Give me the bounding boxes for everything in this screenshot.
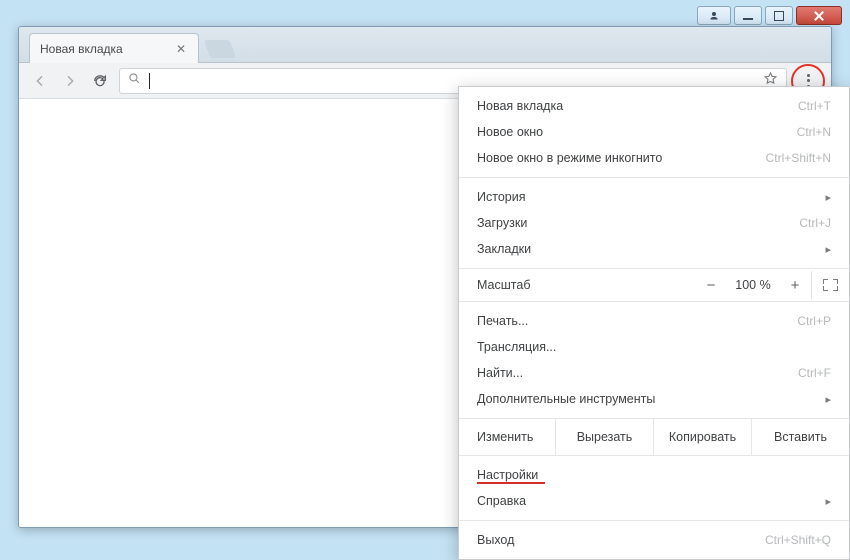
back-button[interactable] [29, 70, 51, 92]
menu-item-label: Справка [477, 494, 526, 508]
menu-section-tools: Печать... Ctrl+P Трансляция... Найти... … [459, 302, 849, 418]
profile-button[interactable] [697, 6, 731, 25]
menu-item-label: Настройки [477, 468, 538, 482]
zoom-out-button[interactable]: − [695, 271, 727, 299]
menu-item-label: Выход [477, 533, 514, 547]
edit-paste-button[interactable]: Вставить [751, 419, 849, 455]
menu-section-history: История ▸ Загрузки Ctrl+J Закладки ▸ [459, 178, 849, 268]
menu-item-label: Новое окно [477, 125, 543, 139]
menu-item-label: Печать... [477, 314, 528, 328]
menu-item-shortcut: Ctrl+Shift+Q [765, 533, 831, 547]
reload-button[interactable] [89, 70, 111, 92]
chevron-right-icon: ▸ [825, 393, 831, 406]
menu-section-exit: Выход Ctrl+Shift+Q [459, 521, 849, 559]
chevron-right-icon: ▸ [825, 191, 831, 204]
menu-edit-row: Изменить Вырезать Копировать Вставить [459, 419, 849, 455]
menu-downloads[interactable]: Загрузки Ctrl+J [459, 210, 849, 236]
menu-new-window[interactable]: Новое окно Ctrl+N [459, 119, 849, 145]
menu-bookmarks[interactable]: Закладки ▸ [459, 236, 849, 262]
menu-item-label: Трансляция... [477, 340, 556, 354]
fullscreen-icon [833, 286, 838, 291]
text-cursor [149, 73, 150, 89]
menu-item-label: Закладки [477, 242, 531, 256]
menu-print[interactable]: Печать... Ctrl+P [459, 308, 849, 334]
window-titlebar [697, 6, 842, 25]
menu-history[interactable]: История ▸ [459, 184, 849, 210]
menu-item-label: Новое окно в режиме инкогнито [477, 151, 662, 165]
menu-zoom-row: Масштаб − 100 % + [459, 269, 849, 301]
menu-item-label: Дополнительные инструменты [477, 392, 655, 406]
menu-item-shortcut: Ctrl+J [799, 216, 831, 230]
menu-find[interactable]: Найти... Ctrl+F [459, 360, 849, 386]
tab-close-icon[interactable]: ✕ [174, 42, 188, 56]
menu-incognito[interactable]: Новое окно в режиме инкогнито Ctrl+Shift… [459, 145, 849, 171]
menu-section-settings: Настройки Справка ▸ [459, 456, 849, 520]
menu-item-label: Найти... [477, 366, 523, 380]
edit-copy-button[interactable]: Копировать [653, 419, 751, 455]
menu-item-shortcut: Ctrl+P [797, 314, 831, 328]
zoom-controls: − 100 % + [695, 271, 849, 299]
chevron-right-icon: ▸ [825, 243, 831, 256]
menu-item-shortcut: Ctrl+Shift+N [766, 151, 831, 165]
menu-settings[interactable]: Настройки [459, 462, 849, 488]
tabstrip: Новая вкладка ✕ [19, 27, 831, 63]
fullscreen-icon [833, 279, 838, 284]
menu-new-tab[interactable]: Новая вкладка Ctrl+T [459, 93, 849, 119]
menu-section-newtabs: Новая вкладка Ctrl+T Новое окно Ctrl+N Н… [459, 87, 849, 177]
fullscreen-icon [823, 279, 828, 284]
edit-label: Изменить [459, 419, 555, 455]
maximize-button[interactable] [765, 6, 793, 25]
zoom-label: Масштаб [477, 278, 695, 292]
kebab-dot-icon [807, 74, 810, 77]
menu-exit[interactable]: Выход Ctrl+Shift+Q [459, 527, 849, 553]
browser-tab[interactable]: Новая вкладка ✕ [29, 33, 199, 63]
close-window-button[interactable] [796, 6, 842, 25]
zoom-in-button[interactable]: + [779, 271, 811, 299]
chevron-right-icon: ▸ [825, 495, 831, 508]
kebab-dot-icon [807, 79, 810, 82]
new-tab-button[interactable] [204, 40, 237, 58]
fullscreen-button[interactable] [811, 271, 849, 299]
browser-menu: Новая вкладка Ctrl+T Новое окно Ctrl+N Н… [458, 86, 850, 560]
forward-button[interactable] [59, 70, 81, 92]
fullscreen-icon [823, 286, 828, 291]
tab-title: Новая вкладка [40, 42, 123, 56]
menu-item-label: История [477, 190, 525, 204]
menu-item-label: Изменить [477, 430, 533, 444]
menu-item-label: Загрузки [477, 216, 527, 230]
menu-item-label: Новая вкладка [477, 99, 563, 113]
menu-cast[interactable]: Трансляция... [459, 334, 849, 360]
menu-help[interactable]: Справка ▸ [459, 488, 849, 514]
edit-cut-button[interactable]: Вырезать [555, 419, 653, 455]
menu-item-shortcut: Ctrl+F [798, 366, 831, 380]
search-icon [128, 72, 141, 90]
menu-item-shortcut: Ctrl+N [797, 125, 831, 139]
menu-moretools[interactable]: Дополнительные инструменты ▸ [459, 386, 849, 412]
menu-item-shortcut: Ctrl+T [798, 99, 831, 113]
zoom-value: 100 % [727, 278, 779, 292]
minimize-button[interactable] [734, 6, 762, 25]
